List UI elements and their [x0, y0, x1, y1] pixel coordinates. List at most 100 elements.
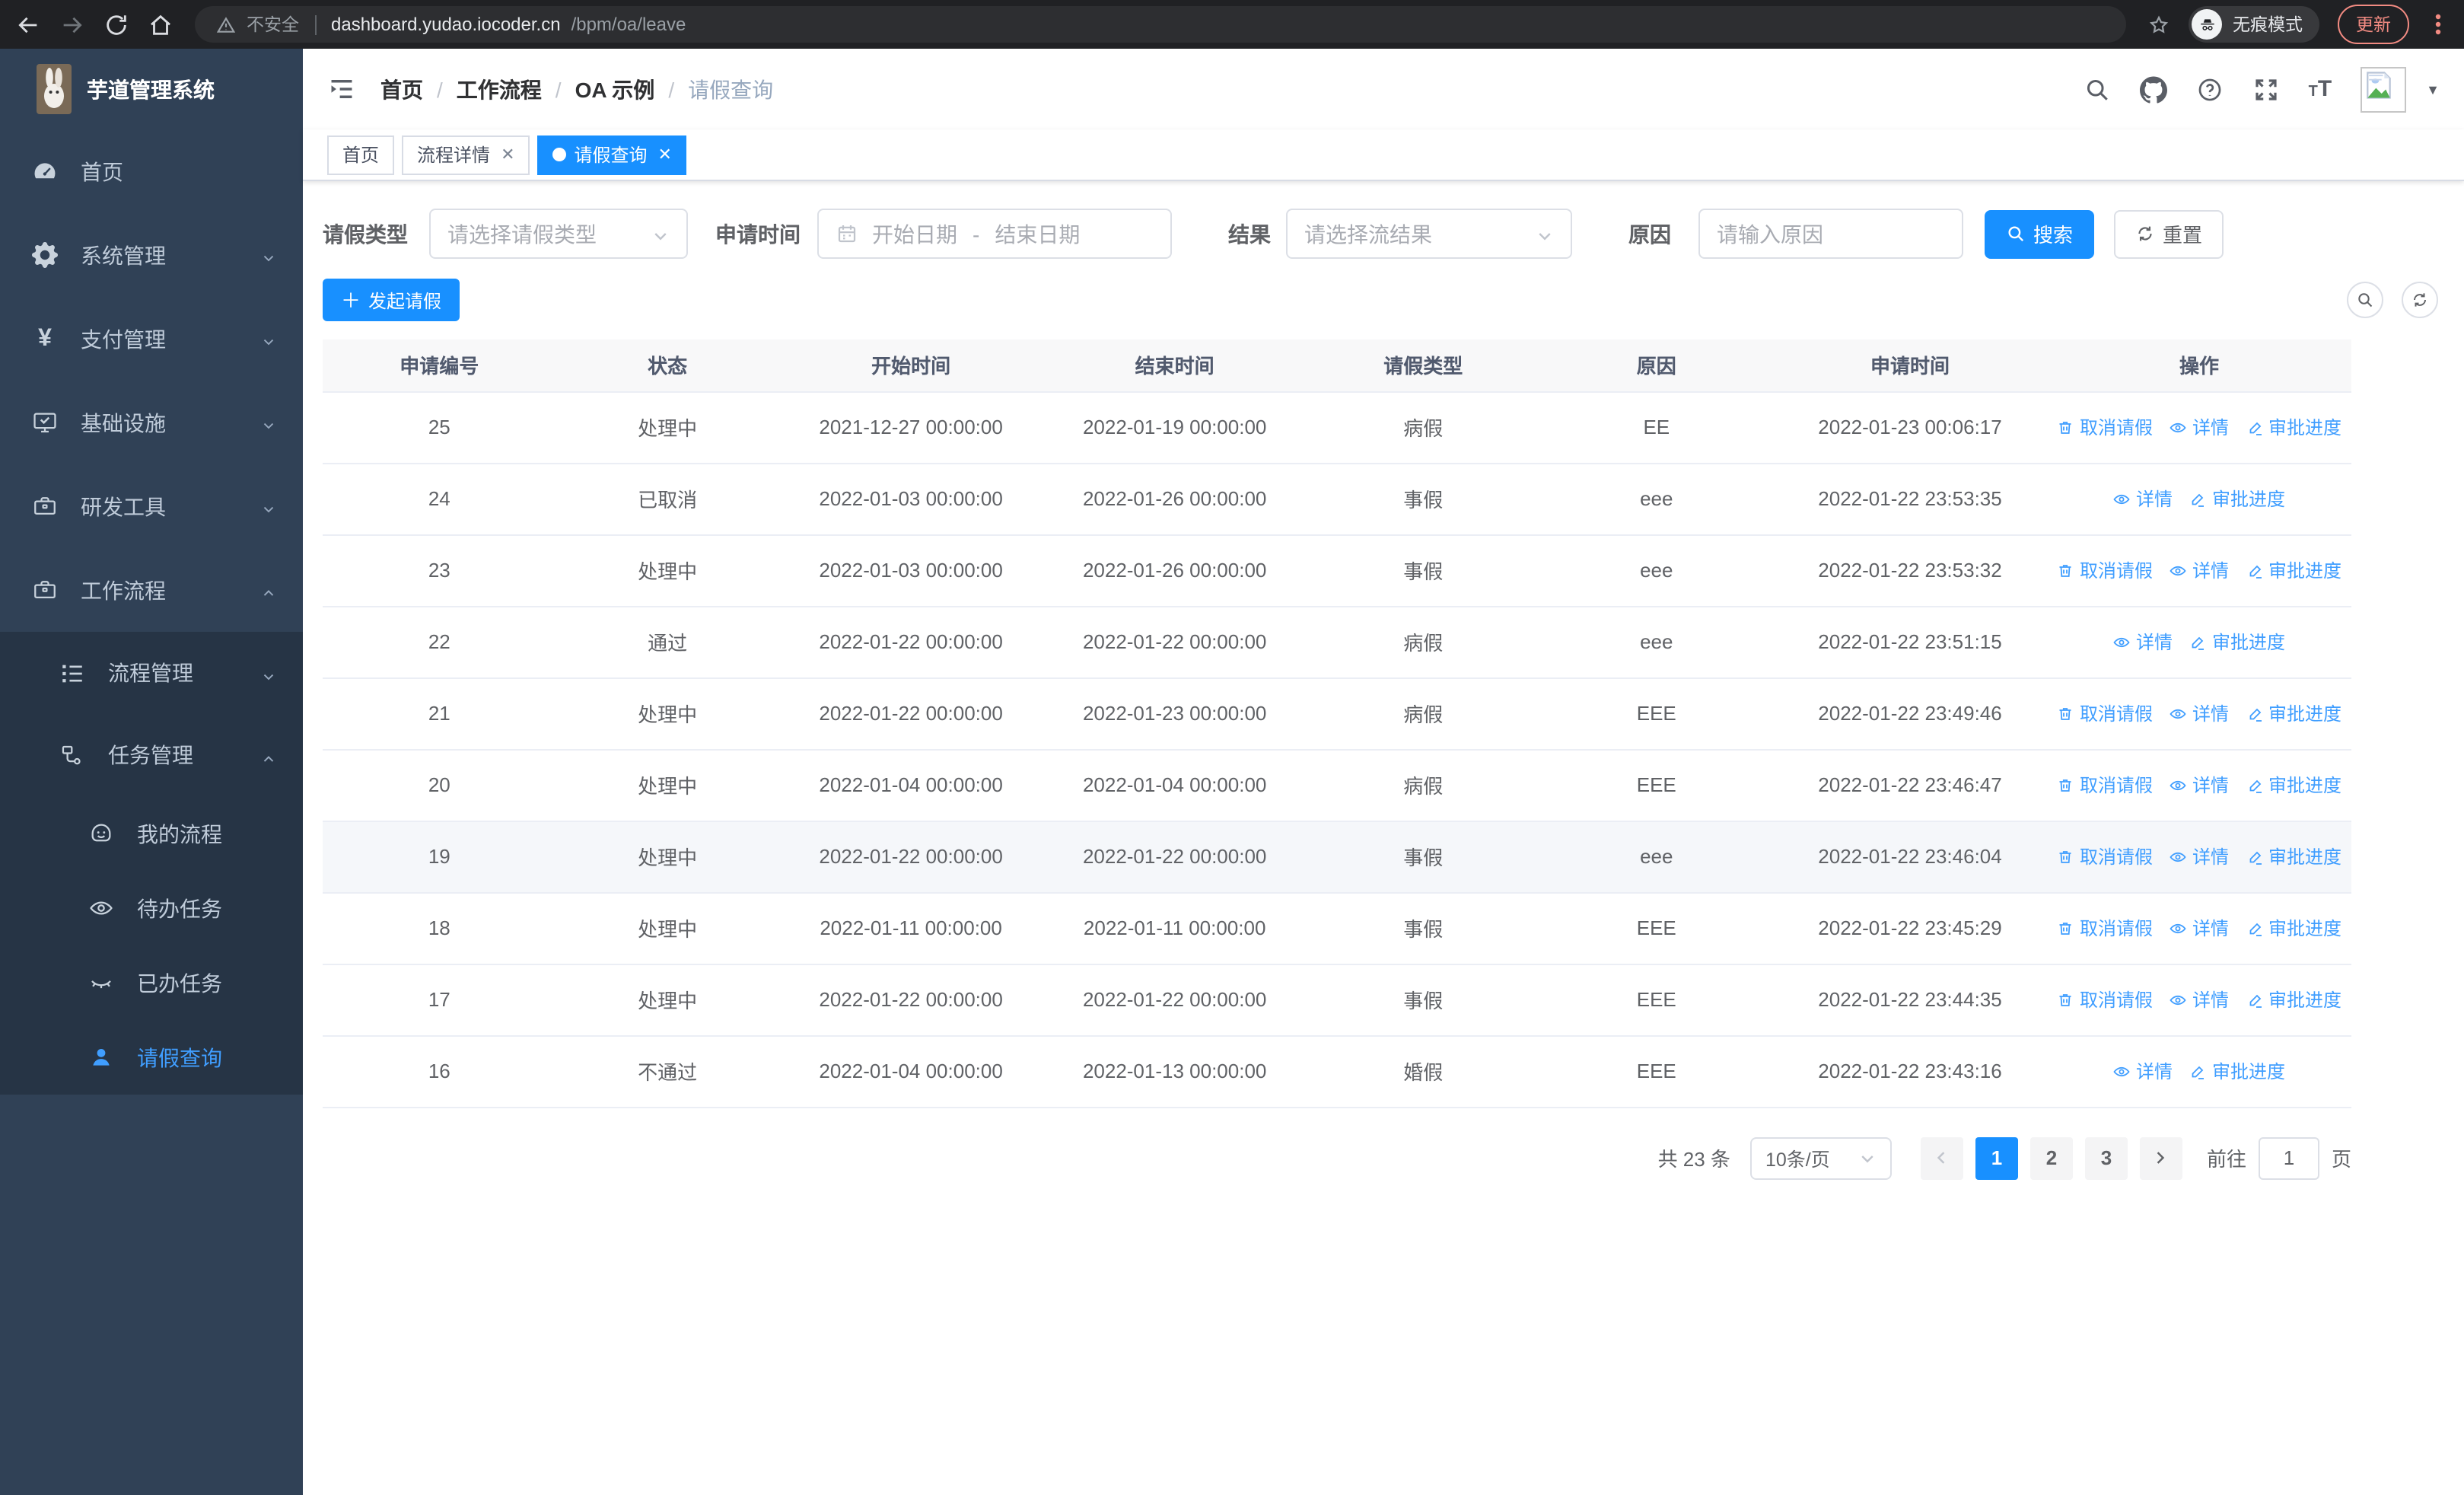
progress-link[interactable]: 审批进度: [2246, 987, 2341, 1012]
detail-link[interactable]: 详情: [2113, 1058, 2173, 1084]
sidebar-item-已办任务[interactable]: 已办任务: [0, 945, 303, 1020]
cell-actions: 取消请假 详情 审批进度: [2046, 892, 2351, 964]
monitor-icon: [32, 410, 58, 435]
sidebar-item-基础设施[interactable]: 基础设施: [0, 381, 303, 464]
update-button[interactable]: 更新: [2338, 5, 2409, 44]
cancel-leave-link[interactable]: 取消请假: [2057, 557, 2153, 583]
search-icon[interactable]: [2084, 75, 2111, 103]
collapse-menu-icon[interactable]: [327, 75, 356, 104]
detail-link[interactable]: 详情: [2170, 700, 2229, 726]
cancel-leave-link[interactable]: 取消请假: [2057, 915, 2153, 941]
sidebar-item-首页[interactable]: 首页: [0, 129, 303, 213]
cancel-leave-link[interactable]: 取消请假: [2057, 843, 2153, 869]
cancel-leave-link[interactable]: 取消请假: [2057, 772, 2153, 798]
start-date-placeholder[interactable]: 开始日期: [872, 218, 957, 249]
total-count: 共 23 条: [1657, 1148, 1730, 1171]
detail-link[interactable]: 详情: [2113, 486, 2173, 512]
cancel-leave-link[interactable]: 取消请假: [2057, 700, 2153, 726]
progress-link[interactable]: 审批进度: [2246, 915, 2341, 941]
sidebar-item-工作流程[interactable]: 工作流程: [0, 548, 303, 632]
sidebar-item-支付管理[interactable]: ¥ 支付管理: [0, 297, 303, 381]
detail-link[interactable]: 详情: [2170, 772, 2229, 798]
font-size-icon[interactable]: TT: [2309, 76, 2332, 102]
create-leave-button[interactable]: ＋ 发起请假: [323, 279, 460, 321]
sidebar-item-研发工具[interactable]: 研发工具: [0, 464, 303, 548]
github-icon[interactable]: [2139, 75, 2167, 103]
sidebar-item-任务管理[interactable]: 任务管理: [0, 714, 303, 796]
tab-label: 首页: [342, 145, 380, 166]
progress-link[interactable]: 审批进度: [2189, 486, 2285, 512]
breadcrumb-item[interactable]: OA 示例: [575, 74, 655, 104]
tab-请假查询[interactable]: 请假查询 ✕: [537, 135, 687, 174]
back-icon[interactable]: [15, 11, 41, 37]
cancel-leave-link[interactable]: 取消请假: [2057, 987, 2153, 1012]
search-button[interactable]: 搜索: [1985, 209, 2095, 258]
home-icon[interactable]: [148, 11, 173, 37]
sidebar-item-我的流程[interactable]: 我的流程: [0, 796, 303, 871]
fullscreen-icon[interactable]: [2252, 75, 2280, 103]
page-button-1[interactable]: 1: [1975, 1136, 2018, 1179]
list-icon: [59, 660, 85, 686]
page-buttons: 123: [1969, 1136, 2134, 1179]
leave-type-select[interactable]: 请选择请假类型: [429, 209, 688, 259]
detail-link[interactable]: 详情: [2170, 843, 2229, 869]
result-select[interactable]: 请选择流结果: [1286, 209, 1572, 259]
tab-首页[interactable]: 首页: [327, 135, 395, 174]
cell-start-time: 2021-12-27 00:00:00: [778, 391, 1043, 464]
reset-button[interactable]: 重置: [2114, 209, 2224, 258]
detail-link[interactable]: 详情: [2170, 414, 2229, 440]
security-label[interactable]: 不安全: [247, 12, 299, 37]
date-range-picker[interactable]: 开始日期 - 结束日期: [817, 209, 1172, 259]
cell-status: 不通过: [556, 1035, 779, 1108]
cancel-leave-link[interactable]: 取消请假: [2057, 414, 2153, 440]
progress-link[interactable]: 审批进度: [2189, 629, 2285, 655]
tab-流程详情[interactable]: 流程详情 ✕: [402, 135, 530, 174]
column-header: 申请编号: [323, 339, 556, 392]
refresh-table-button[interactable]: [2402, 282, 2438, 318]
browser-menu-icon[interactable]: [2427, 12, 2449, 37]
sidebar-item-流程管理[interactable]: 流程管理: [0, 632, 303, 714]
end-date-placeholder[interactable]: 结束日期: [995, 218, 1080, 249]
detail-link[interactable]: 详情: [2170, 987, 2229, 1012]
pen-icon: [2246, 990, 2264, 1009]
breadcrumb-item[interactable]: 首页: [380, 74, 423, 104]
url-host[interactable]: dashboard.yudao.iocoder.cn: [331, 14, 561, 35]
progress-link[interactable]: 审批进度: [2246, 700, 2341, 726]
cell-start-time: 2022-01-22 00:00:00: [778, 821, 1043, 893]
tab-close-icon[interactable]: ✕: [501, 145, 514, 164]
sidebar-item-请假查询[interactable]: 请假查询: [0, 1020, 303, 1095]
cell-apply-time: 2022-01-23 00:06:17: [1773, 391, 2047, 464]
avatar[interactable]: [2361, 66, 2407, 112]
bookmark-star-icon[interactable]: [2147, 13, 2170, 36]
progress-link[interactable]: 审批进度: [2246, 843, 2341, 869]
goto-page-input[interactable]: [2258, 1136, 2319, 1179]
detail-link[interactable]: 详情: [2113, 629, 2173, 655]
detail-link[interactable]: 详情: [2170, 557, 2229, 583]
sidebar-item-系统管理[interactable]: 系统管理: [0, 213, 303, 297]
forward-icon[interactable]: [59, 11, 85, 37]
help-icon[interactable]: [2196, 75, 2224, 103]
breadcrumb-item[interactable]: 工作流程: [457, 74, 542, 104]
page-button-3[interactable]: 3: [2084, 1136, 2128, 1179]
reason-input[interactable]: 请输入原因: [1698, 209, 1963, 259]
next-page-button[interactable]: [2139, 1136, 2182, 1179]
url-path[interactable]: /bpm/oa/leave: [571, 14, 686, 35]
not-secure-warning-icon[interactable]: [216, 14, 236, 34]
detail-link[interactable]: 详情: [2170, 915, 2229, 941]
cell-end-time: 2022-01-26 00:00:00: [1043, 534, 1307, 607]
progress-link[interactable]: 审批进度: [2189, 1058, 2285, 1084]
toggle-search-button[interactable]: [2347, 282, 2383, 318]
page-size-select[interactable]: 10条/页: [1749, 1136, 1892, 1179]
table-row: 22 通过 2022-01-22 00:00:00 2022-01-22 00:00:…: [323, 606, 2351, 678]
progress-link[interactable]: 审批进度: [2246, 557, 2341, 583]
progress-link[interactable]: 审批进度: [2246, 772, 2341, 798]
prev-page-button[interactable]: [1920, 1136, 1963, 1179]
eye-closed-icon: [88, 970, 114, 996]
progress-link[interactable]: 审批进度: [2246, 414, 2341, 440]
reload-icon[interactable]: [103, 11, 129, 37]
tab-close-icon[interactable]: ✕: [658, 145, 672, 164]
sidebar-item-待办任务[interactable]: 待办任务: [0, 871, 303, 945]
address-bar[interactable]: 不安全 dashboard.yudao.iocoder.cn /bpm/oa/l…: [195, 6, 2126, 43]
avatar-caret-icon[interactable]: ▼: [2426, 81, 2440, 97]
page-button-2[interactable]: 2: [2029, 1136, 2073, 1179]
